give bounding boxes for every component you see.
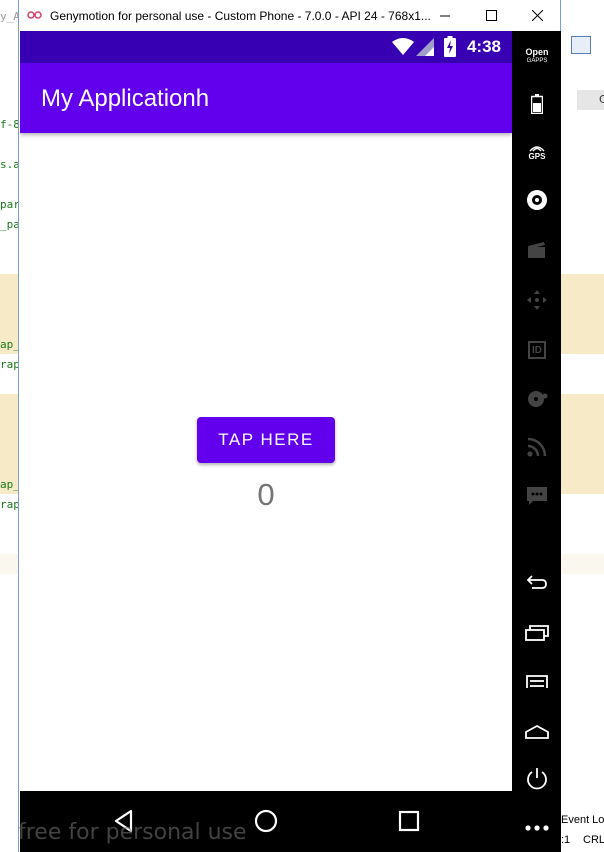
- open-gapps-label-bottom: GAPPS: [526, 57, 548, 64]
- ide-code-line: f-8: [0, 118, 19, 131]
- close-button[interactable]: [514, 0, 560, 31]
- ide-event-log[interactable]: Event Lo: [561, 814, 604, 826]
- window-title: Genymotion for personal use - Custom Pho…: [50, 8, 431, 23]
- ide-highlight: [0, 554, 19, 574]
- ide-line-col: :1: [561, 834, 571, 846]
- wifi-icon: [392, 38, 414, 60]
- battery-icon[interactable]: [524, 91, 550, 117]
- ide-code-line: par: [0, 198, 19, 211]
- ide-line-sep: CRL: [583, 834, 604, 846]
- ide-code-line: s.a: [0, 158, 19, 171]
- power-icon[interactable]: [524, 766, 550, 792]
- genymotion-window: Genymotion for personal use - Custom Pho…: [18, 0, 561, 852]
- gps-label: GPS: [528, 152, 546, 161]
- genymotion-toolbar: Open GAPPS GPS ID: [512, 31, 561, 852]
- open-gapps-label-top: Open: [525, 46, 549, 57]
- ide-code-line: ap_: [0, 338, 19, 351]
- ide-right-fragment: C Event Lo :1 CRL: [561, 0, 604, 852]
- app-title: My Applicationh: [41, 85, 210, 112]
- ide-code-line: ap_: [0, 478, 19, 491]
- network-icon[interactable]: [524, 434, 550, 460]
- minimize-button[interactable]: [422, 0, 468, 31]
- recent-apps-icon[interactable]: [524, 620, 550, 646]
- ide-tab[interactable]: C: [577, 90, 604, 110]
- watermark-text: free for personal use: [18, 820, 247, 845]
- open-gapps-icon[interactable]: Open GAPPS: [524, 43, 550, 69]
- camera-icon[interactable]: [524, 187, 550, 213]
- nav-home-button[interactable]: [254, 809, 278, 833]
- sms-icon[interactable]: [524, 483, 550, 509]
- ide-toolbar-icon[interactable]: [571, 36, 591, 54]
- app-bar: My Applicationh: [20, 63, 512, 133]
- device-id-icon[interactable]: ID: [524, 337, 550, 363]
- status-time: 4:38: [466, 37, 501, 56]
- disk-icon[interactable]: [524, 386, 550, 412]
- battery-charging-icon: [444, 36, 456, 61]
- menu-icon[interactable]: [524, 669, 550, 695]
- window-titlebar[interactable]: Genymotion for personal use - Custom Pho…: [19, 0, 560, 31]
- ide-code-line: rap: [0, 498, 19, 511]
- ide-code-line: rap: [0, 358, 19, 371]
- ide-left-fragment: y_A f-8 s.a par _pa ap_ rap ap_ rap: [0, 0, 19, 852]
- tap-here-button[interactable]: TAP HERE: [197, 417, 335, 463]
- status-bar: 4:38: [20, 31, 512, 63]
- home-circle-icon: [254, 809, 278, 833]
- ide-highlight: [561, 274, 604, 354]
- android-screen[interactable]: 4:38 My Applicationh TAP HERE 0: [20, 31, 512, 791]
- counter-text: 0: [257, 477, 275, 512]
- maximize-button[interactable]: [468, 0, 514, 31]
- home-icon[interactable]: [524, 719, 550, 745]
- ide-code-line: _pa: [0, 218, 19, 231]
- capture-icon[interactable]: [524, 237, 550, 263]
- id-label: ID: [528, 341, 546, 359]
- cell-signal-icon: [416, 38, 434, 60]
- back-icon[interactable]: [524, 569, 550, 595]
- recents-square-icon: [398, 810, 420, 832]
- dpad-icon[interactable]: [524, 287, 550, 313]
- genymotion-logo-icon: [27, 10, 43, 22]
- ide-highlight: [561, 394, 604, 494]
- gps-icon[interactable]: GPS: [524, 139, 550, 165]
- ide-tab-label: C: [599, 93, 604, 106]
- ide-code-line: y_A: [0, 10, 19, 23]
- nav-recents-button[interactable]: [397, 809, 421, 833]
- ide-highlight: [561, 554, 604, 574]
- more-icon[interactable]: [524, 815, 550, 841]
